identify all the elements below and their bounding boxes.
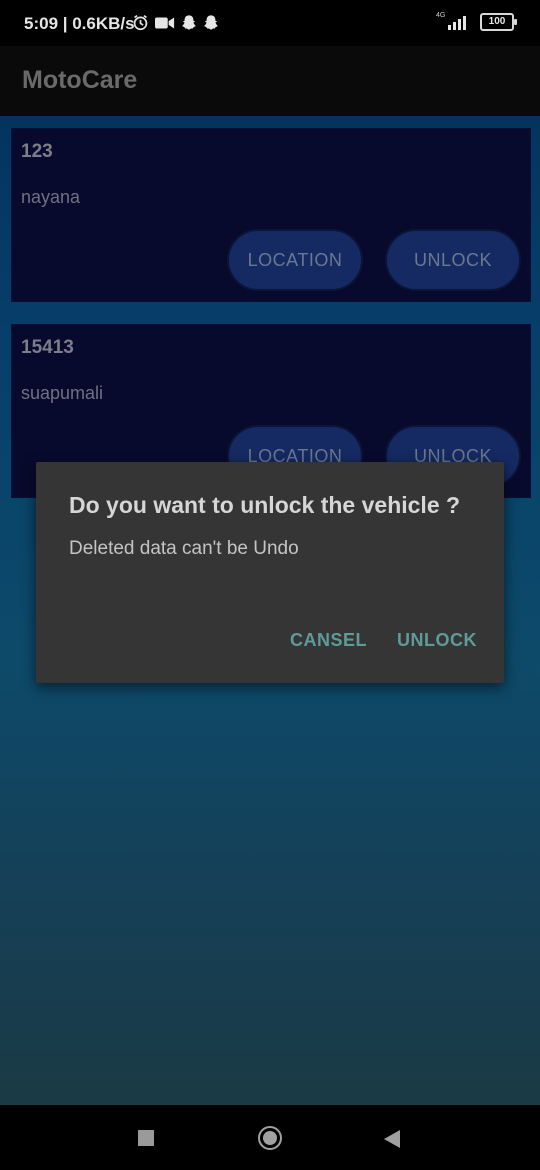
status-system-icons: 4G 100: [436, 12, 517, 32]
unlock-button[interactable]: UNLOCK: [385, 229, 521, 291]
back-icon[interactable]: [383, 1129, 401, 1149]
status-time-speed: 5:09 | 0.6KB/s: [24, 14, 135, 33]
signal-icon: 4G: [436, 12, 472, 32]
vehicle-id: 123: [21, 141, 53, 162]
video-icon: [155, 17, 175, 28]
status-notification-icons: [132, 14, 219, 31]
status-bar: 5:09 | 0.6KB/s 4G 100: [0, 0, 540, 46]
vehicle-owner-name: nayana: [21, 187, 81, 207]
cancel-button[interactable]: CANSEL: [290, 630, 367, 651]
confirm-unlock-button[interactable]: UNLOCK: [397, 630, 477, 651]
recents-icon[interactable]: [138, 1130, 154, 1146]
location-button[interactable]: LOCATION: [227, 229, 363, 291]
snapchat-icon: [203, 15, 219, 30]
app-bar: MotoCare: [0, 46, 540, 116]
battery-icon: 100: [480, 13, 517, 31]
vehicle-card: 123 nayana LOCATION UNLOCK: [11, 128, 531, 302]
app-title: MotoCare: [22, 66, 138, 94]
alarm-icon: [133, 14, 148, 31]
dialog-title: Do you want to unlock the vehicle ?: [69, 492, 461, 518]
home-icon[interactable]: [258, 1126, 282, 1150]
snapchat-icon: [181, 15, 197, 30]
unlock-confirm-dialog: Do you want to unlock the vehicle ? Dele…: [36, 462, 504, 683]
system-nav-bar: [0, 1105, 540, 1170]
dialog-message: Deleted data can't be Undo: [69, 538, 299, 559]
vehicle-id: 15413: [21, 337, 74, 358]
vehicle-owner-name: suapumali: [21, 383, 104, 403]
